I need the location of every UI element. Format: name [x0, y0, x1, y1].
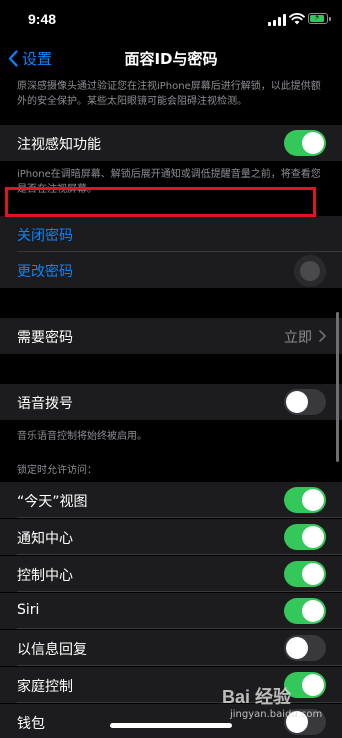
list-item-label: 以信息回复 [17, 642, 87, 658]
list-item-toggle[interactable] [284, 487, 326, 513]
assistive-touch-button[interactable] [294, 255, 326, 287]
list-item-label: 钱包 [17, 716, 45, 732]
attention-aware-label: 注视感知功能 [17, 137, 101, 153]
list-item-label: 通知中心 [17, 531, 73, 547]
status-bar: 9:48 ⚡ [0, 0, 342, 40]
face-id-description: 原深感摄像头通过验证您在注视iPhone屏幕后进行解锁，以此提供额外的安全保护。… [17, 81, 321, 107]
require-passcode-value: 立即 [284, 330, 312, 346]
voice-dial-description: 音乐语音控制将始终被启用。 [17, 431, 147, 442]
list-item: “今天”视图 [0, 482, 342, 518]
scroll-indicator [336, 312, 339, 462]
list-item-label: Siri [17, 602, 40, 618]
list-item-label: 控制中心 [17, 568, 73, 584]
battery-charging-icon: ⚡ [308, 13, 331, 24]
voice-dial-row: 语音拨号 [0, 384, 342, 420]
change-passcode-label: 更改密码 [17, 264, 73, 280]
voice-dial-label: 语音拨号 [17, 396, 73, 412]
watermark-sub: jingyan.baidu.com [230, 709, 323, 720]
status-time: 9:48 [28, 11, 57, 27]
list-item: 控制中心 [0, 556, 342, 592]
require-passcode-row[interactable]: 需要密码 立即 [0, 318, 342, 354]
wifi-icon [289, 13, 305, 25]
require-passcode-label: 需要密码 [17, 330, 73, 346]
list-item-toggle[interactable] [284, 561, 326, 587]
highlight-box [5, 187, 316, 217]
home-indicator[interactable] [110, 723, 232, 728]
list-item: Siri [0, 593, 342, 629]
turn-off-passcode-label: 关闭密码 [17, 228, 73, 244]
watermark-main: Bai 经验 [222, 687, 292, 707]
page-title: 面容ID与密码 [124, 50, 218, 68]
attention-aware-toggle[interactable] [284, 130, 326, 156]
list-item-label: 家庭控制 [17, 679, 73, 695]
turn-off-passcode-row[interactable]: 关闭密码 [0, 216, 342, 252]
attention-aware-row: 注视感知功能 [0, 125, 342, 161]
list-item: 通知中心 [0, 519, 342, 555]
change-passcode-row[interactable]: 更改密码 [0, 252, 342, 288]
voice-dial-toggle[interactable] [284, 389, 326, 415]
locked-access-header: 锁定时允许访问： [17, 465, 97, 476]
navigation-bar: 设置 面容ID与密码 [0, 40, 342, 76]
watermark: Bai 经验 jingyan.baidu.com [222, 683, 322, 720]
cellular-signal-icon [268, 14, 286, 26]
list-item-toggle[interactable] [284, 598, 326, 624]
list-item-toggle[interactable] [284, 524, 326, 550]
list-item-label: “今天”视图 [17, 494, 88, 510]
list-item-toggle[interactable] [284, 635, 326, 661]
list-item: 以信息回复 [0, 630, 342, 666]
chevron-right-icon [319, 330, 326, 342]
